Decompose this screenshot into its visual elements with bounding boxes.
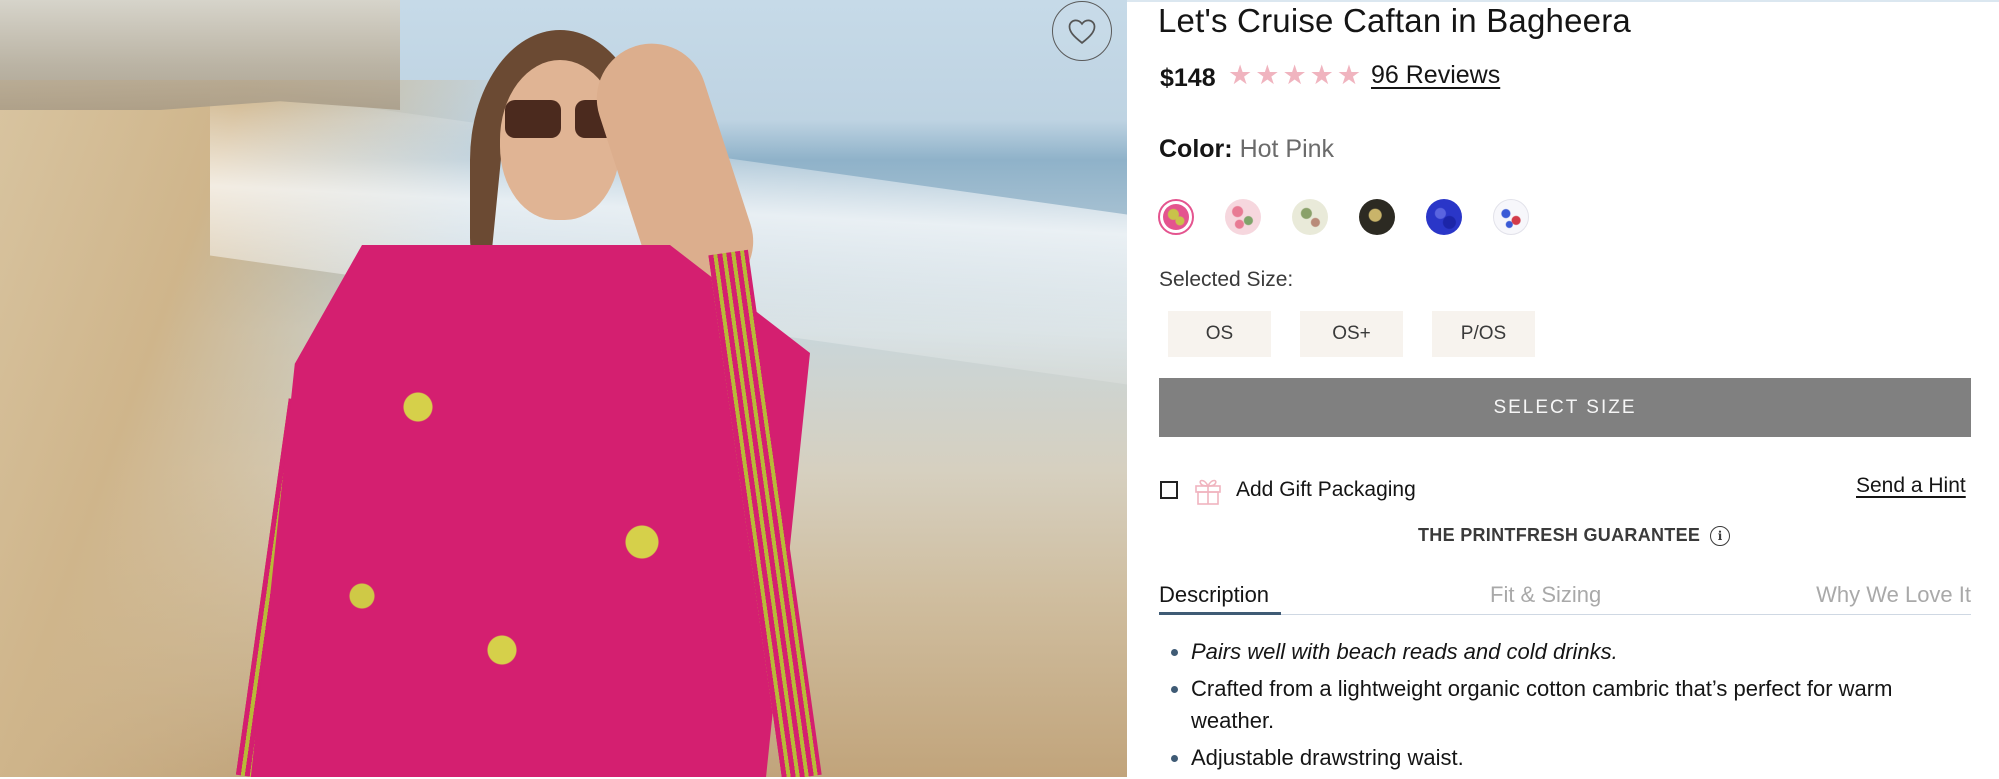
swatch-blue[interactable]: [1426, 199, 1462, 235]
active-tab-indicator: [1159, 612, 1281, 615]
color-label-row: Color: Hot Pink: [1159, 135, 1334, 164]
size-options: OS OS+ P/OS: [1168, 311, 1535, 357]
swatch-hot-pink[interactable]: [1158, 199, 1194, 235]
star-icon: ★: [1336, 60, 1362, 90]
gift-packaging-checkbox[interactable]: [1160, 481, 1178, 499]
color-swatches: [1158, 199, 1529, 235]
color-label: Color:: [1159, 135, 1233, 163]
list-item: Crafted from a lightweight organic cotto…: [1168, 673, 1968, 737]
send-a-hint-link[interactable]: Send a Hint: [1856, 474, 1966, 498]
size-option-os[interactable]: OS: [1168, 311, 1271, 357]
list-item: Pairs well with beach reads and cold dri…: [1168, 636, 1968, 668]
gift-icon: [1195, 479, 1221, 505]
star-icon: ★: [1228, 60, 1253, 90]
gift-packaging-label[interactable]: Add Gift Packaging: [1236, 478, 1416, 502]
swatch-pink-floral[interactable]: [1225, 199, 1261, 235]
guarantee-label[interactable]: THE PRINTFRESH GUARANTEE: [1418, 525, 1700, 546]
star-icon: ★: [1282, 60, 1307, 90]
star-icon: ★: [1255, 60, 1280, 90]
tab-description[interactable]: Description: [1159, 582, 1269, 608]
swatch-black-gold[interactable]: [1359, 199, 1395, 235]
tab-why-we-love-it[interactable]: Why We Love It: [1816, 582, 1971, 608]
swatch-white-blue-red[interactable]: [1493, 199, 1529, 235]
heart-icon: [1068, 19, 1096, 44]
swatch-cream-green[interactable]: [1292, 199, 1328, 235]
guarantee-row: THE PRINTFRESH GUARANTEE i: [1418, 525, 1731, 546]
selected-size-label: Selected Size:: [1159, 268, 1294, 291]
favorite-button[interactable]: [1052, 1, 1112, 61]
star-icon: ★: [1309, 60, 1334, 90]
description-list: Pairs well with beach reads and cold dri…: [1168, 636, 1968, 779]
size-option-os-plus[interactable]: OS+: [1300, 311, 1403, 357]
product-image: [0, 0, 1127, 777]
coastal-houses: [0, 0, 400, 110]
product-price: $148: [1160, 64, 1216, 92]
reviews-link[interactable]: 96 Reviews: [1371, 61, 1500, 90]
info-icon[interactable]: i: [1710, 525, 1731, 546]
product-title: Let's Cruise Caftan in Bagheera: [1158, 2, 1631, 39]
gift-packaging-row: Add Gift Packaging: [1160, 474, 1416, 506]
color-value: Hot Pink: [1239, 135, 1335, 163]
tab-fit-sizing[interactable]: Fit & Sizing: [1490, 582, 1601, 608]
list-item: Adjustable drawstring waist.: [1168, 742, 1968, 774]
size-option-petite-os[interactable]: P/OS: [1432, 311, 1535, 357]
rating-stars[interactable]: ★ ★ ★ ★ ★: [1228, 60, 1361, 90]
product-tabs: Description Fit & Sizing Why We Love It: [1159, 580, 1971, 615]
select-size-button[interactable]: SELECT SIZE: [1159, 378, 1971, 437]
